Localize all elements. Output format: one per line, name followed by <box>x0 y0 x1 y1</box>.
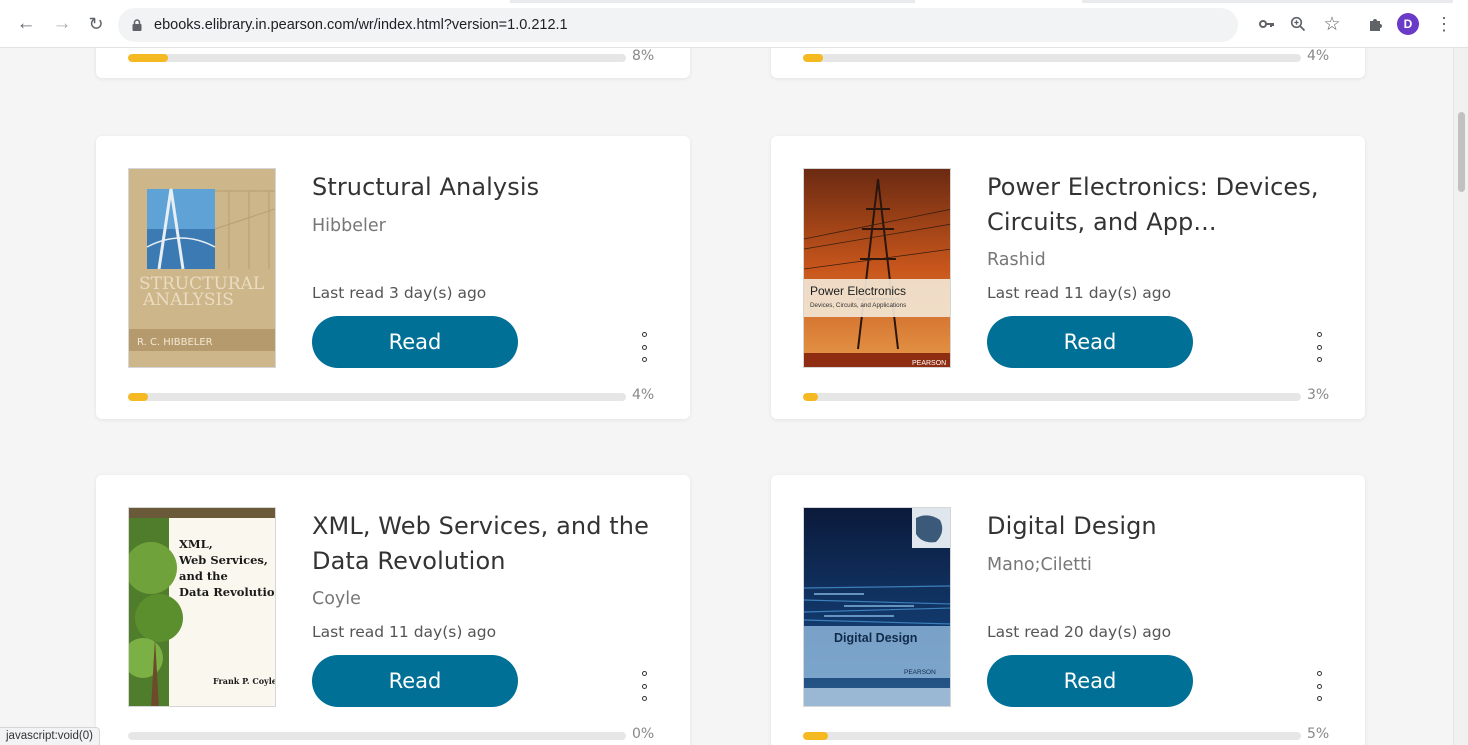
zoom-icon[interactable] <box>1286 12 1310 36</box>
book-cover[interactable]: XML, Web Services, and the Data Revoluti… <box>128 507 276 707</box>
progress-bar <box>803 732 1301 740</box>
book-author: Mano;Ciletti <box>987 555 1092 575</box>
book-title[interactable]: Digital Design <box>987 509 1327 544</box>
book-title[interactable]: Structural Analysis <box>312 170 652 205</box>
book-card: XML, Web Services, and the Data Revoluti… <box>96 475 690 745</box>
book-card: STRUCTURAL ANALYSIS R. C. HIBBELER Struc… <box>96 136 690 419</box>
library-page: 8% 4% STRUCTURAL ANALYSIS R. C. HIBBELER <box>0 48 1453 745</box>
progress-percent: 8% <box>632 48 655 64</box>
cover-subtitle: Devices, Circuits, and Applications <box>810 302 906 309</box>
cover-author: R. C. HIBBELER <box>137 337 213 348</box>
progress-bar <box>128 393 626 401</box>
reload-icon[interactable]: ↻ <box>84 12 108 36</box>
read-button[interactable]: Read <box>987 655 1193 707</box>
tab-strip-edge <box>1082 0 1453 3</box>
back-icon[interactable]: ← <box>14 12 38 36</box>
cover-title-line: Web Services, <box>178 553 268 567</box>
forward-icon[interactable]: → <box>50 12 74 36</box>
cover-title-line: Digital Design <box>834 631 917 645</box>
progress-fill <box>803 54 823 62</box>
more-options-icon[interactable] <box>636 671 652 701</box>
page-scrollbar[interactable] <box>1453 48 1468 745</box>
more-options-icon[interactable] <box>1311 671 1327 701</box>
read-button[interactable]: Read <box>987 316 1193 368</box>
more-options-icon[interactable] <box>1311 332 1327 362</box>
lock-icon <box>130 18 144 32</box>
cover-author: Frank P. Coyle <box>213 676 276 686</box>
progress-bar <box>128 54 626 62</box>
progress-fill <box>803 393 818 401</box>
more-options-icon[interactable] <box>636 332 652 362</box>
progress-percent: 3% <box>1307 387 1330 403</box>
book-cover[interactable]: STRUCTURAL ANALYSIS R. C. HIBBELER <box>128 168 276 368</box>
progress-percent: 0% <box>632 726 655 742</box>
progress-percent: 4% <box>1307 48 1330 64</box>
book-title[interactable]: Power Electronics: Devices, Circuits, an… <box>987 170 1327 240</box>
read-button[interactable]: Read <box>312 316 518 368</box>
browser-toolbar: ← → ↻ ebooks.elibrary.in.pearson.com/wr/… <box>0 0 1468 48</box>
status-bubble: javascript:void(0) <box>0 727 100 745</box>
book-card-partial: 4% <box>771 48 1365 78</box>
book-author: Hibbeler <box>312 216 386 236</box>
profile-avatar[interactable]: D <box>1397 13 1419 35</box>
progress-fill <box>803 732 828 740</box>
key-icon[interactable] <box>1255 12 1279 36</box>
address-url: ebooks.elibrary.in.pearson.com/wr/index.… <box>154 17 568 33</box>
book-title[interactable]: XML, Web Services, and the Data Revoluti… <box>312 509 652 579</box>
progress-percent: 4% <box>632 387 655 403</box>
progress-fill <box>128 54 168 62</box>
browser-menu-icon[interactable]: ⋮ <box>1432 12 1456 36</box>
extensions-puzzle-icon[interactable] <box>1364 12 1388 36</box>
cover-title-line: Power Electronics <box>810 284 906 298</box>
progress-bar <box>803 54 1301 62</box>
progress-bar <box>128 732 626 740</box>
progress-percent: 5% <box>1307 726 1330 742</box>
book-card: Digital Design PEARSON Digital Design Ma… <box>771 475 1365 745</box>
read-button[interactable]: Read <box>312 655 518 707</box>
cover-publisher: PEARSON <box>904 669 936 676</box>
bookmark-star-icon[interactable]: ☆ <box>1320 12 1344 36</box>
book-card: Power Electronics Devices, Circuits, and… <box>771 136 1365 419</box>
book-author: Rashid <box>987 250 1046 270</box>
book-card-partial: 8% <box>96 48 690 78</box>
address-bar[interactable]: ebooks.elibrary.in.pearson.com/wr/index.… <box>118 8 1238 42</box>
tab-strip-edge <box>510 0 915 3</box>
last-read-text: Last read 11 day(s) ago <box>312 623 497 641</box>
progress-bar <box>803 393 1301 401</box>
cover-title-line: ANALYSIS <box>142 290 234 310</box>
book-cover[interactable]: Power Electronics Devices, Circuits, and… <box>803 168 951 368</box>
last-read-text: Last read 3 day(s) ago <box>312 284 487 302</box>
cover-publisher: PEARSON <box>912 360 946 367</box>
last-read-text: Last read 11 day(s) ago <box>987 284 1172 302</box>
progress-fill <box>128 393 148 401</box>
cover-title-line: and the <box>179 569 228 583</box>
last-read-text: Last read 20 day(s) ago <box>987 623 1172 641</box>
cover-title-line: Data Revolution <box>179 585 276 599</box>
book-cover[interactable]: Digital Design PEARSON <box>803 507 951 707</box>
book-author: Coyle <box>312 589 361 609</box>
scrollbar-thumb[interactable] <box>1458 112 1465 192</box>
cover-title-line: XML, <box>179 537 213 551</box>
